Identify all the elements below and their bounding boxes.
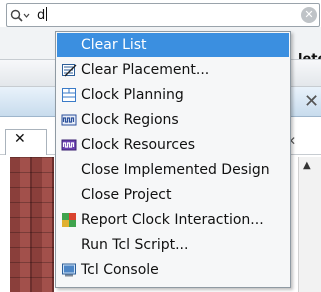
search-icon[interactable] <box>10 8 30 22</box>
clock-interaction-icon <box>61 212 77 228</box>
menu-item-clock-resources[interactable]: Clock Resources <box>57 133 289 157</box>
menu-item-label: Clock Planning <box>81 87 184 103</box>
menu-item-label: Close Project <box>81 187 172 203</box>
scroll-up-icon[interactable]: ▲ <box>303 160 311 171</box>
menu-item-report-clock-interaction[interactable]: Report Clock Interaction... <box>57 208 289 232</box>
menu-item-label: Clear List <box>81 37 147 53</box>
clock-resources-icon <box>61 137 77 153</box>
vertical-scrollbar[interactable] <box>298 157 321 292</box>
menu-item-label: Report Clock Interaction... <box>81 212 264 228</box>
clear-search-icon[interactable]: ✕ <box>301 7 317 23</box>
background-tab[interactable] <box>5 129 47 155</box>
menu-item-clear-list[interactable]: Clear List <box>57 33 289 57</box>
menu-item-label: Clear Placement... <box>81 62 210 78</box>
menu-item-clock-planning[interactable]: Clock Planning <box>57 83 289 107</box>
clock-planning-icon <box>61 87 77 103</box>
search-field[interactable]: d ✕ <box>6 3 320 27</box>
device-view-grid <box>10 157 54 292</box>
search-input-value: d <box>37 8 46 23</box>
menu-item-close-project[interactable]: Close Project <box>57 183 289 207</box>
menu-item-close-implemented-design[interactable]: Close Implemented Design <box>57 158 289 182</box>
menu-item-label: Clock Resources <box>81 137 195 153</box>
menu-item-tcl-console[interactable]: Tcl Console <box>57 258 289 282</box>
menu-item-label: Clock Regions <box>81 112 179 128</box>
clock-regions-icon <box>61 112 77 128</box>
menu-item-run-tcl-script[interactable]: Run Tcl Script... <box>57 233 289 257</box>
command-suggestion-list: Clear List Clear Placement... Clock Plan… <box>55 31 291 288</box>
menu-item-clear-placement[interactable]: Clear Placement... <box>57 58 289 82</box>
tcl-console-icon <box>61 262 77 278</box>
search-input[interactable]: d <box>37 7 48 23</box>
window-close-icon[interactable]: ✕ <box>304 91 319 112</box>
menu-item-label: Close Implemented Design <box>81 162 270 178</box>
menu-item-label: Tcl Console <box>81 262 159 278</box>
text-caret <box>46 7 48 21</box>
placement-icon <box>61 62 77 78</box>
menu-item-label: Run Tcl Script... <box>81 237 189 253</box>
menu-item-clock-regions[interactable]: Clock Regions <box>57 108 289 132</box>
tab-close-icon[interactable]: ✕ <box>14 131 26 147</box>
